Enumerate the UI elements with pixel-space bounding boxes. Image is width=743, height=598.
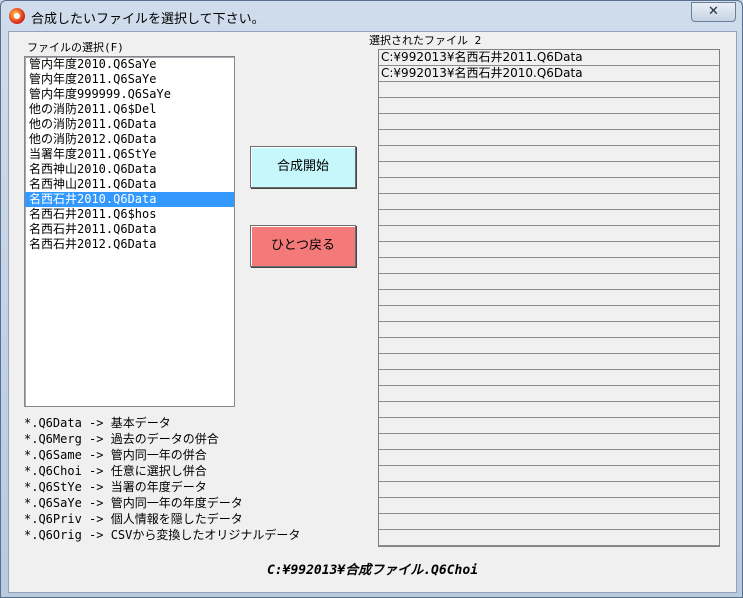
start-merge-button[interactable]: 合成開始 [250,146,356,188]
selected-file-row[interactable] [379,274,719,290]
selected-file-row[interactable] [379,498,719,514]
file-list-item[interactable]: 名西石井2010.Q6Data [25,192,234,207]
selected-file-row[interactable] [379,178,719,194]
extension-legend: *.Q6Data -> 基本データ *.Q6Merg -> 過去のデータの併合 *.… [24,415,300,543]
selected-file-row[interactable] [379,114,719,130]
selected-file-row[interactable] [379,210,719,226]
file-list-item[interactable]: 他の消防2011.Q6$Del [25,102,234,117]
selected-file-row[interactable] [379,418,719,434]
selected-file-row[interactable] [379,450,719,466]
title-bar[interactable]: 合成したいファイルを選択して下さい。 ✕ [1,1,742,31]
file-list-item[interactable]: 管内年度2010.Q6SaYe [25,57,234,72]
selected-file-row[interactable] [379,226,719,242]
selected-file-row[interactable]: C:¥992013¥名西石井2010.Q6Data [379,66,719,82]
selected-file-row[interactable] [379,482,719,498]
selected-file-row[interactable] [379,162,719,178]
legend-line: *.Q6Merg -> 過去のデータの併合 [24,432,219,446]
app-icon [9,8,25,24]
selected-file-row[interactable] [379,386,719,402]
selected-files-grid[interactable]: C:¥992013¥名西石井2011.Q6Data C:¥992013¥名西石井2… [378,49,720,547]
window-title: 合成したいファイルを選択して下さい。 [31,12,265,27]
selected-file-row[interactable] [379,258,719,274]
file-list-item[interactable]: 名西神山2010.Q6Data [25,162,234,177]
selected-file-row[interactable] [379,514,719,530]
selected-file-row[interactable] [379,146,719,162]
selected-file-row[interactable] [379,82,719,98]
selected-file-row[interactable] [379,194,719,210]
selected-file-row[interactable] [379,242,719,258]
close-button[interactable]: ✕ [691,2,736,22]
selected-file-row[interactable] [379,354,719,370]
selected-file-row[interactable] [379,130,719,146]
file-list-item[interactable]: 管内年度999999.Q6SaYe [25,87,234,102]
back-button[interactable]: ひとつ戻る [250,225,356,267]
selected-file-row[interactable] [379,402,719,418]
selected-files-label: 選択されたファイル 2 [369,34,482,47]
legend-line: *.Q6Same -> 管内同一年の併合 [24,448,207,462]
dialog-window: 合成したいファイルを選択して下さい。 ✕ ファイルの選択(F) 管内年度2010… [0,0,743,598]
selected-file-row[interactable] [379,290,719,306]
selected-file-row[interactable] [379,338,719,354]
selected-file-row[interactable] [379,434,719,450]
file-list-item[interactable]: 他の消防2012.Q6Data [25,132,234,147]
legend-line: *.Q6Orig -> CSVから変換したオリジナルデータ [24,528,301,542]
file-listbox[interactable]: 管内年度2010.Q6SaYe 管内年度2011.Q6SaYe 管内年度999999… [24,56,235,407]
legend-line: *.Q6SaYe -> 管内同一年の年度データ [24,496,243,510]
legend-line: *.Q6Data -> 基本データ [24,416,171,430]
selected-file-row[interactable] [379,370,719,386]
selected-file-row[interactable] [379,322,719,338]
file-list-item[interactable]: 名西石井2012.Q6Data [25,237,234,252]
file-list-label: ファイルの選択(F) [27,41,124,54]
selected-file-row[interactable] [379,306,719,322]
legend-line: *.Q6Priv -> 個人情報を隠したデータ [24,512,243,526]
selected-file-row[interactable] [379,98,719,114]
output-file-path: C:¥992013¥合成ファイル.Q6Choi [266,563,479,578]
selected-file-row[interactable] [379,466,719,482]
file-list-item[interactable]: 他の消防2011.Q6Data [25,117,234,132]
legend-line: *.Q6Choi -> 任意に選択し併合 [24,464,207,478]
close-icon: ✕ [708,4,719,19]
file-list-item[interactable]: 名西神山2011.Q6Data [25,177,234,192]
file-list-item[interactable]: 当署年度2011.Q6StYe [25,147,234,162]
file-list-item[interactable]: 名西石井2011.Q6$hos [25,207,234,222]
legend-line: *.Q6StYe -> 当署の年度データ [24,480,207,494]
selected-file-row[interactable]: C:¥992013¥名西石井2011.Q6Data [379,50,719,66]
file-list-item[interactable]: 名西石井2011.Q6Data [25,222,234,237]
client-area: ファイルの選択(F) 管内年度2010.Q6SaYe 管内年度2011.Q6SaY… [8,31,737,593]
file-list-item[interactable]: 管内年度2011.Q6SaYe [25,72,234,87]
selected-file-row[interactable] [379,530,719,546]
